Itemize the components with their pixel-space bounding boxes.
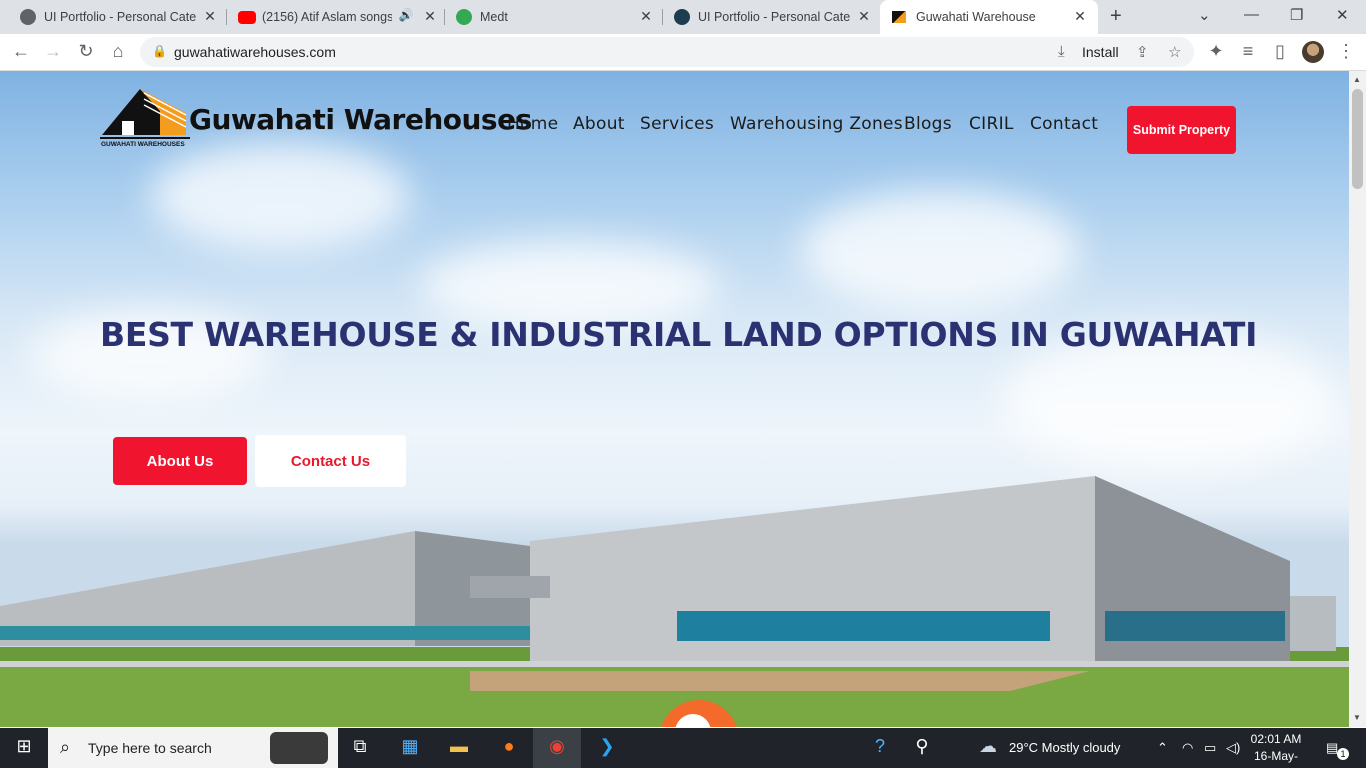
- tab-search-icon[interactable]: ⌄: [1198, 6, 1211, 24]
- tab-title: UI Portfolio - Personal Categ: [698, 10, 850, 24]
- windows-taskbar: ⊞ ⌕ Type here to search ⧉ ▦ ▬ ● ◉ ❯ ? ⚲ …: [0, 728, 1366, 780]
- close-icon[interactable]: ✕: [856, 8, 872, 25]
- globe-icon: [20, 9, 36, 25]
- battery-icon[interactable]: ▭: [1204, 740, 1216, 756]
- address-bar[interactable]: 🔒 guwahatiwarehouses.com ⤓ Install ⇪ ☆: [140, 37, 1194, 67]
- url-text[interactable]: guwahatiwarehouses.com: [174, 44, 336, 60]
- nav-warehousing-zones[interactable]: Warehousing Zones: [730, 114, 903, 134]
- plus-circle-icon: [456, 9, 472, 25]
- forward-icon[interactable]: →: [42, 41, 64, 62]
- new-tab-icon[interactable]: +: [1110, 5, 1122, 28]
- tab-ui-portfolio-1[interactable]: UI Portfolio - Personal Categ ✕: [0, 0, 226, 34]
- tab-youtube[interactable]: (2156) Atif Aslam songs 🔊 ✕: [226, 0, 444, 34]
- nav-contact[interactable]: Contact: [1030, 114, 1098, 134]
- contact-us-button[interactable]: Contact Us: [255, 435, 406, 487]
- tab-ui-portfolio-2[interactable]: UI Portfolio - Personal Categ ✕: [662, 0, 880, 34]
- nav-services[interactable]: Services: [640, 114, 714, 134]
- install-icon[interactable]: ⤓: [1058, 43, 1065, 60]
- react-icon: [674, 9, 690, 25]
- file-explorer-icon[interactable]: ▬: [447, 736, 471, 760]
- bookmark-star-icon[interactable]: ☆: [1168, 43, 1181, 61]
- back-icon[interactable]: ←: [10, 41, 32, 62]
- tab-title: (2156) Atif Aslam songs: [262, 10, 392, 24]
- close-icon[interactable]: ✕: [202, 8, 218, 25]
- warehouse-favicon: [892, 11, 906, 23]
- about-us-button[interactable]: About Us: [113, 437, 247, 485]
- nav-blogs[interactable]: Blogs: [904, 114, 952, 134]
- camera-icon: [270, 732, 328, 764]
- speaker-icon[interactable]: 🔊: [398, 8, 414, 22]
- people-icon[interactable]: ⚲: [910, 736, 934, 760]
- menu-kebab-icon[interactable]: ⋮: [1335, 41, 1357, 62]
- task-view-icon[interactable]: ⧉: [348, 736, 372, 760]
- close-icon[interactable]: ✕: [1072, 8, 1088, 25]
- search-icon: ⌕: [60, 737, 71, 757]
- site-brand-title[interactable]: Guwahati Warehouses: [189, 103, 532, 136]
- weather-text[interactable]: 29°C Mostly cloudy: [1009, 740, 1120, 755]
- nav-home[interactable]: Home: [507, 114, 558, 134]
- profile-avatar[interactable]: [1302, 41, 1324, 63]
- help-icon[interactable]: ?: [868, 736, 892, 760]
- wifi-icon[interactable]: ◠: [1182, 740, 1193, 756]
- logo-text: GUWAHATI WAREHOUSES: [101, 141, 185, 148]
- chrome-icon[interactable]: ◉: [545, 736, 569, 760]
- tab-title: Medt: [480, 10, 508, 24]
- hero-title: BEST WAREHOUSE & INDUSTRIAL LAND OPTIONS…: [100, 315, 1258, 354]
- lock-icon[interactable]: 🔒: [152, 44, 167, 58]
- store-icon[interactable]: ▦: [398, 736, 422, 760]
- firefox-icon[interactable]: ●: [497, 736, 521, 760]
- tab-guwahati-warehouse[interactable]: Guwahati Warehouse ✕: [880, 0, 1098, 34]
- home-icon[interactable]: ⌂: [107, 41, 129, 62]
- search-placeholder[interactable]: Type here to search: [88, 740, 212, 756]
- browser-toolbar: ← → ↻ ⌂ 🔒 guwahatiwarehouses.com ⤓ Insta…: [0, 34, 1366, 71]
- youtube-icon: [238, 11, 256, 24]
- weather-cloud-icon[interactable]: ☁: [976, 736, 1000, 760]
- maximize-icon[interactable]: ❐: [1290, 6, 1303, 24]
- reload-icon[interactable]: ↻: [75, 41, 97, 62]
- tab-strip: UI Portfolio - Personal Categ ✕ (2156) A…: [0, 0, 1366, 34]
- warehouse-hero-image: [0, 476, 1349, 727]
- close-icon[interactable]: ✕: [422, 8, 438, 25]
- side-panel-icon[interactable]: ▯: [1269, 41, 1291, 62]
- web-page: GUWAHATI WAREHOUSES Guwahati Warehouses …: [0, 71, 1349, 727]
- scroll-thumb[interactable]: [1352, 89, 1363, 189]
- vscode-icon[interactable]: ❯: [595, 736, 619, 760]
- clock-time: 02:01 AM: [1250, 732, 1302, 746]
- chevron-up-icon[interactable]: ⌃: [1157, 740, 1168, 756]
- close-icon[interactable]: ✕: [638, 8, 654, 25]
- nav-ciril[interactable]: CIRIL: [969, 114, 1014, 134]
- share-icon[interactable]: ⇪: [1136, 43, 1149, 61]
- minimize-icon[interactable]: —: [1244, 6, 1259, 23]
- notification-count: 1: [1337, 748, 1349, 760]
- tab-title: Guwahati Warehouse: [916, 10, 1036, 24]
- tab-title: UI Portfolio - Personal Categ: [44, 10, 196, 24]
- nav-about[interactable]: About: [573, 114, 625, 134]
- submit-property-button[interactable]: Submit Property: [1127, 106, 1236, 154]
- page-scrollbar[interactable]: ▲ ▼: [1349, 71, 1366, 727]
- close-window-icon[interactable]: ✕: [1336, 6, 1349, 24]
- system-clock[interactable]: 02:01 AM 16-May-23: [1248, 731, 1304, 782]
- tab-medt[interactable]: Medt ✕: [444, 0, 662, 34]
- install-label[interactable]: Install: [1082, 44, 1119, 60]
- volume-icon[interactable]: ◁): [1226, 740, 1240, 756]
- scroll-up-icon[interactable]: ▲: [1353, 75, 1361, 84]
- clock-date: 16-May-23: [1253, 749, 1298, 780]
- taskbar-search[interactable]: ⌕ Type here to search: [48, 728, 338, 768]
- extensions-icon[interactable]: ✦: [1205, 41, 1227, 62]
- media-control-icon[interactable]: ≡: [1237, 41, 1259, 62]
- windows-start-icon[interactable]: ⊞: [12, 736, 36, 760]
- scroll-down-icon[interactable]: ▼: [1353, 713, 1361, 722]
